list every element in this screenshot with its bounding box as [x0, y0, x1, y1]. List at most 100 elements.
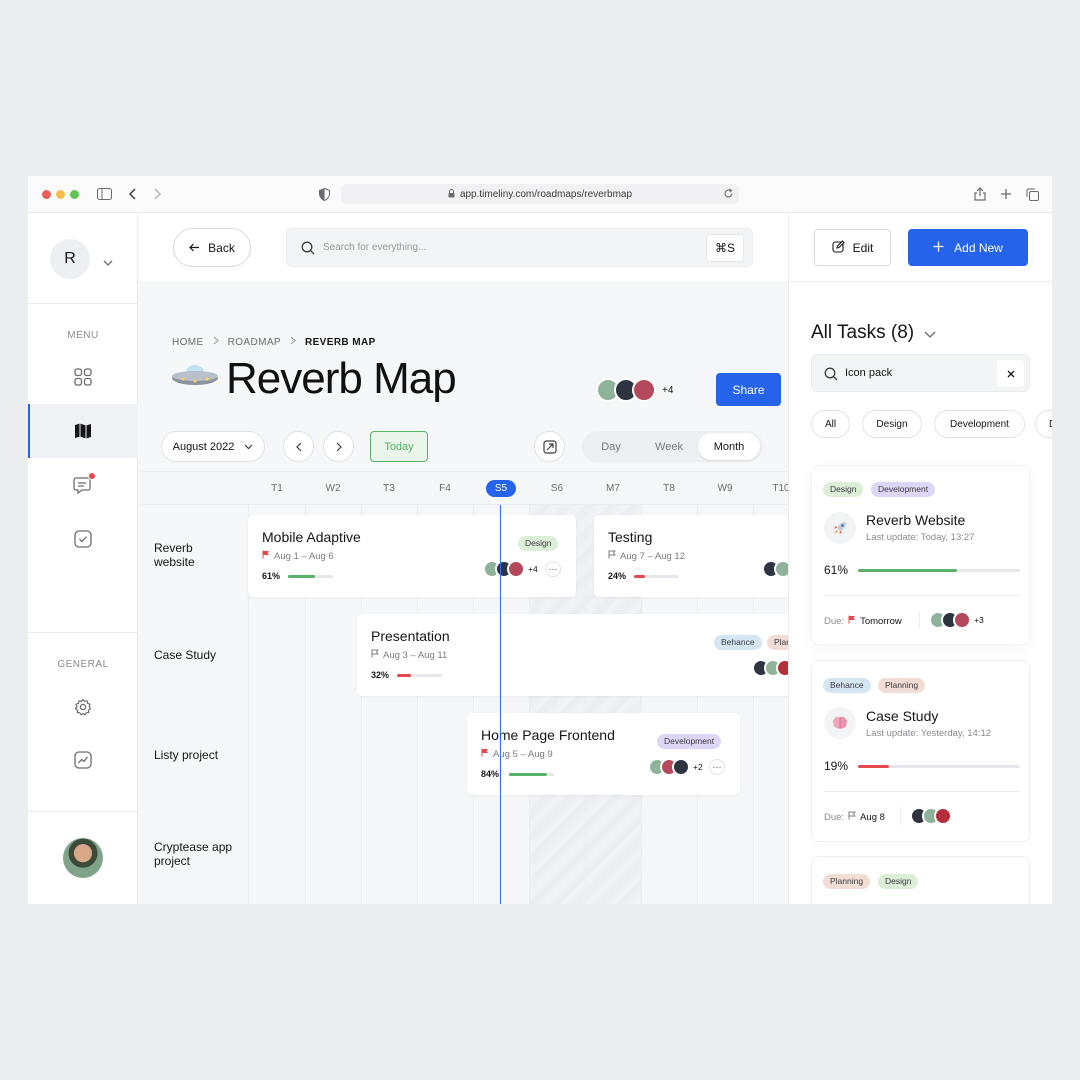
filter-chip-all[interactable]: All	[811, 410, 850, 438]
forward-arrow-icon[interactable]	[149, 186, 165, 202]
day-label: S6	[550, 483, 564, 494]
task-title: Testing	[608, 529, 653, 545]
export-button[interactable]	[534, 431, 565, 462]
collaborators-avatars[interactable]: +4	[596, 378, 673, 402]
tag-planning: Planning	[878, 678, 926, 693]
analytics-icon[interactable]	[73, 750, 93, 770]
view-month-tab[interactable]: Month	[698, 433, 760, 460]
task-title: Reverb Website	[866, 512, 966, 528]
add-new-button[interactable]: Add New	[908, 229, 1028, 266]
task-card-testing[interactable]: Testing Aug 7 – Aug 12 24%	[594, 515, 792, 597]
back-button-label: Back	[208, 240, 235, 255]
month-picker[interactable]: August 2022	[161, 431, 265, 462]
previous-period-button[interactable]	[283, 431, 314, 462]
sidebar: R MENU GENERAL	[28, 213, 138, 904]
more-options-button[interactable]: ···	[545, 561, 561, 577]
task-card-mobile-adaptive[interactable]: Mobile Adaptive Aug 1 – Aug 6 61% Design…	[248, 515, 576, 597]
task-card-presentation[interactable]: Presentation Aug 3 – Aug 11 32% Behance …	[357, 614, 815, 696]
address-bar[interactable]: app.timeliny.com/roadmaps/reverbmap	[341, 184, 739, 204]
chevron-left-icon	[295, 442, 301, 451]
task-dates-text: Aug 1 – Aug 6	[274, 550, 334, 562]
today-button[interactable]: Today	[370, 431, 428, 462]
task-card-home-page-frontend[interactable]: Home Page Frontend Aug 5 – Aug 9 84% Dev…	[467, 713, 740, 795]
due-label: Due:	[824, 811, 845, 823]
next-period-button[interactable]	[323, 431, 354, 462]
more-options-button[interactable]: ···	[709, 759, 725, 775]
view-day-tab[interactable]: Day	[586, 431, 636, 462]
task-card-case-study[interactable]: Behance Planning Case Study Last update:…	[811, 660, 1030, 842]
tag-behance: Behance	[714, 635, 762, 650]
back-arrow-icon[interactable]	[125, 186, 141, 202]
messages-icon[interactable]	[73, 472, 96, 495]
row-label: Case Study	[154, 648, 217, 662]
task-dates-text: Aug 3 – Aug 11	[383, 649, 448, 661]
sidebar-toggle-icon[interactable]	[96, 186, 112, 202]
tasks-heading: All Tasks (8)	[811, 322, 915, 343]
assignee-extra-count: +2	[693, 762, 703, 772]
day-label: F4	[439, 483, 451, 494]
task-progress-label: 19%	[824, 759, 849, 773]
general-divider	[28, 632, 138, 633]
global-search-input[interactable]: Search for everything... ⌘S	[286, 228, 753, 267]
assignee-avatars[interactable]: +3	[929, 611, 984, 629]
row-label: Cryptease app project	[154, 840, 233, 868]
collaborators-extra-count: +4	[662, 384, 674, 396]
view-week-tab[interactable]: Week	[641, 431, 697, 462]
clear-search-button[interactable]	[997, 360, 1024, 387]
map-icon[interactable]	[73, 421, 93, 441]
flag-outline-icon	[848, 811, 856, 823]
breadcrumb-roadmap[interactable]: ROADMAP	[228, 337, 281, 348]
ufo-emoji-icon	[171, 363, 219, 394]
assignee-avatars[interactable]	[910, 807, 952, 825]
task-dates-text: Aug 7 – Aug 12	[620, 550, 685, 562]
browser-window: app.timeliny.com/roadmaps/reverbmap R ME…	[28, 176, 1052, 904]
tasks-search-input[interactable]: Icon pack	[811, 354, 1030, 392]
chevron-down-icon[interactable]	[103, 254, 113, 272]
url-text: app.timeliny.com/roadmaps/reverbmap	[459, 188, 633, 200]
profile-divider	[28, 811, 138, 812]
day-label: M7	[606, 483, 620, 494]
assignee-avatars[interactable]: +4	[483, 560, 538, 578]
timeline-grid: T1 W2 T3 F4 S5 S6 M7 T8 W9 T10 Reverb we…	[138, 471, 815, 904]
row-label: Reverb website	[154, 541, 195, 569]
day-label-current[interactable]: S5	[486, 480, 516, 497]
settings-gear-icon[interactable]	[73, 697, 93, 717]
filter-chip-development[interactable]: Development	[934, 410, 1025, 438]
workspace-avatar[interactable]: R	[50, 239, 90, 279]
tabs-overview-icon[interactable]	[1024, 186, 1040, 202]
task-progress-label: 84%	[481, 769, 500, 779]
minimize-window-button[interactable]	[56, 190, 65, 199]
due-label: Due:	[824, 615, 845, 627]
filter-chip-more[interactable]: D	[1035, 410, 1052, 438]
day-label: T8	[663, 483, 675, 494]
user-profile-avatar[interactable]	[63, 838, 103, 878]
assignee-avatars[interactable]: +2	[648, 758, 703, 776]
breadcrumb-home[interactable]: HOME	[172, 337, 204, 348]
task-progress-bar	[397, 674, 442, 677]
task-progress-bar	[858, 765, 1020, 768]
edit-button-label: Edit	[852, 240, 874, 255]
chevron-right-icon	[336, 442, 342, 451]
share-icon[interactable]	[972, 186, 988, 202]
due-value: Tomorrow	[860, 615, 902, 627]
task-card-reverb-website[interactable]: Design Development Reverb Website Last u…	[811, 465, 1030, 645]
share-button[interactable]: Share	[716, 373, 781, 406]
menu-divider	[28, 303, 138, 304]
filter-chip-design[interactable]: Design	[862, 410, 922, 438]
dashboard-icon[interactable]	[73, 367, 93, 387]
zoom-window-button[interactable]	[70, 190, 79, 199]
back-button[interactable]: Back	[173, 228, 251, 267]
task-card-partial[interactable]: Planning Design	[811, 856, 1030, 904]
day-label: W9	[717, 483, 733, 494]
grid-line	[585, 505, 586, 904]
lock-icon	[448, 188, 455, 200]
tasks-check-icon[interactable]	[73, 529, 93, 549]
close-window-button[interactable]	[42, 190, 51, 199]
tasks-filter-dropdown[interactable]: All Tasks (8)	[811, 322, 936, 344]
shield-icon	[316, 186, 332, 202]
edit-button[interactable]: Edit	[814, 229, 891, 266]
task-title: Mobile Adaptive	[262, 529, 361, 545]
reload-icon[interactable]	[723, 188, 734, 202]
new-tab-icon[interactable]	[998, 186, 1014, 202]
task-dates: Aug 7 – Aug 12	[608, 550, 685, 562]
